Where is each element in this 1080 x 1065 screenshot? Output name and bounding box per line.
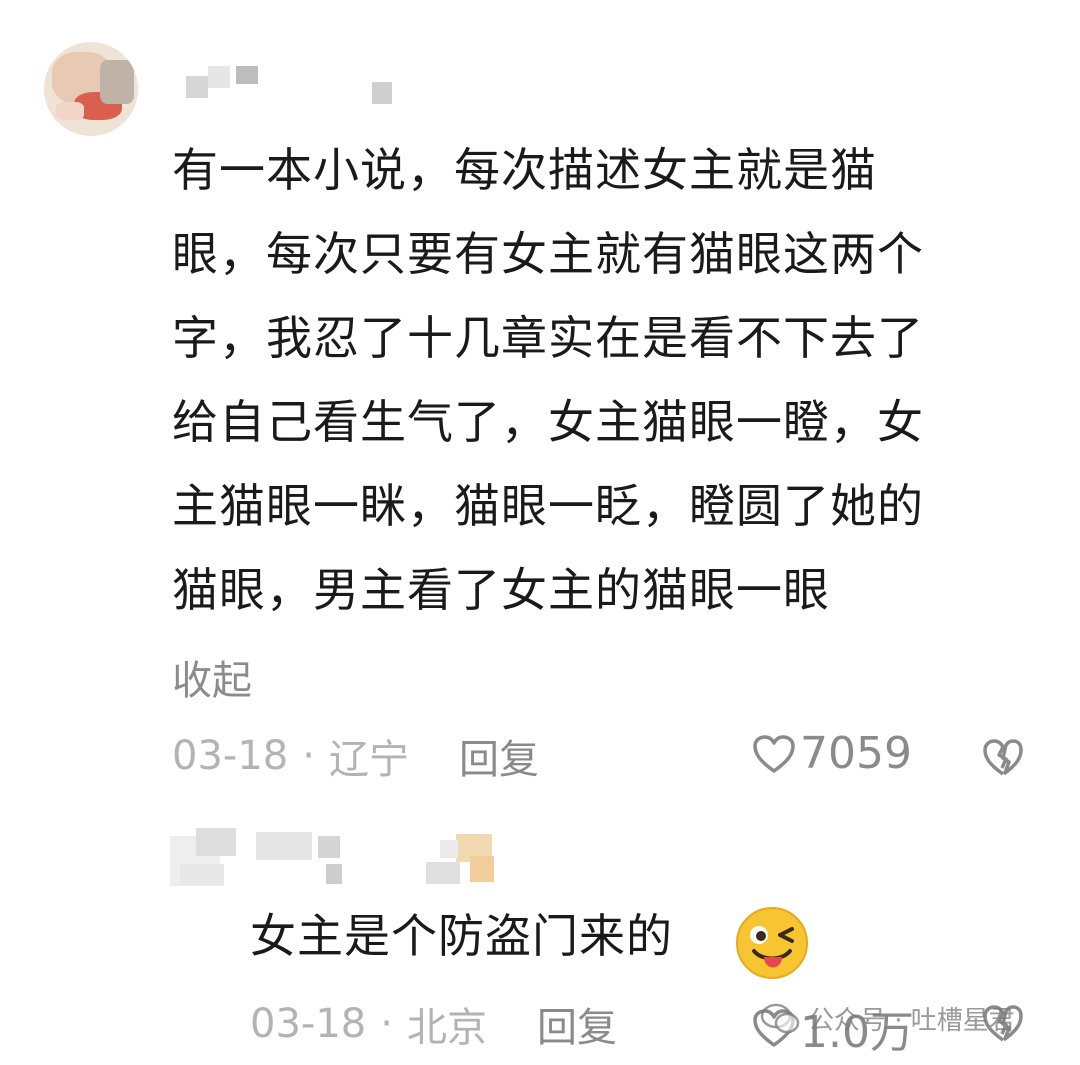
winking-tongue-emoji-icon [736,907,808,979]
meta-separator: · [380,1001,393,1047]
reply-body: 女主是个防盗门来的 [250,909,673,963]
avatar[interactable] [44,42,138,136]
broken-heart-icon[interactable] [982,738,1024,778]
comment-meta: 03-18 · 辽宁 回复 [172,726,539,786]
collapse-button[interactable]: 收起 [172,648,252,706]
watermark: 公众号 · 吐槽星君 [760,1000,1015,1037]
comment-location: 辽宁 [328,737,409,783]
like-button[interactable]: 7059 [752,728,912,779]
comment-date: 03-18 [172,733,289,779]
comment-line: 有一本小说，每次描述女主就是猫 [172,143,877,197]
wechat-icon [760,1003,800,1033]
reply-location: 北京 [406,1005,487,1051]
watermark-text: 公众号 · 吐槽星君 [808,1006,1015,1036]
comment-line: 字，我忍了十几章实在是看不下去了 [172,311,924,365]
comment-thread: 有一本小说，每次描述女主就是猫 眼，每次只要有女主就有猫眼这两个 字，我忍了十几… [0,0,1080,1065]
comment-line: 主猫眼一眯，猫眼一眨，瞪圆了她的 [172,479,924,533]
reply-meta: 03-18 · 北京 回复 [250,994,617,1054]
heart-icon [753,734,795,773]
comment-body: 有一本小说，每次描述女主就是猫 眼，每次只要有女主就有猫眼这两个 字，我忍了十几… [172,128,1052,632]
like-count: 7059 [800,728,912,779]
comment-line: 猫眼，男主看了女主的猫眼一眼 [172,563,830,617]
meta-separator: · [302,733,315,779]
reply-date: 03-18 [250,1001,367,1047]
comment-line: 眼，每次只要有女主就有猫眼这两个 [172,227,924,281]
reply-button[interactable]: 回复 [537,995,617,1053]
comment-line: 给自己看生气了，女主猫眼一瞪，女 [172,395,924,449]
reply-button[interactable]: 回复 [459,727,539,785]
